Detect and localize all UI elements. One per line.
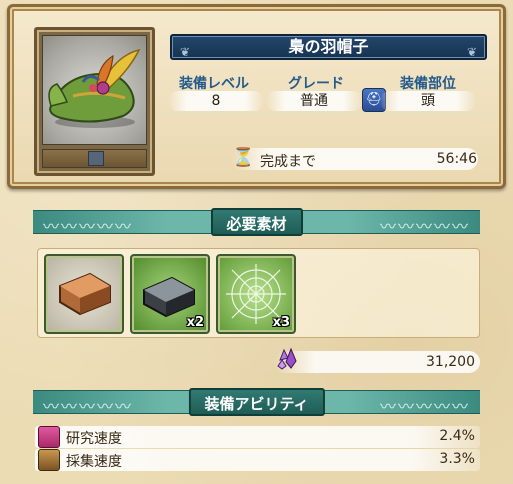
purple-gem-icon — [277, 347, 297, 370]
material-slot[interactable]: x3 — [216, 254, 296, 334]
cost-value: 31,200 — [426, 354, 475, 370]
swirl-right-icon: 〰〰〰〰〰 — [379, 397, 470, 416]
slot-icon — [88, 151, 104, 166]
abilities-header: 〰〰〰〰〰 〰〰〰〰〰 装備アビリティ — [33, 388, 480, 416]
swirl-left-icon: 〰〰〰〰〰 — [43, 217, 134, 236]
ability-value: 2.4% — [439, 428, 475, 444]
materials-panel: x2 x3 — [37, 248, 480, 338]
ornament-right-icon: ❦ — [466, 45, 477, 59]
bronze-ingot-icon — [59, 272, 111, 316]
material-count: x3 — [272, 315, 290, 330]
gather-chest-icon — [38, 449, 60, 471]
item-thumbnail[interactable] — [34, 27, 155, 176]
material-slot[interactable] — [44, 254, 124, 334]
swirl-right-icon: 〰〰〰〰〰 — [379, 217, 470, 236]
completion-label: 完成まで — [260, 154, 316, 170]
materials-title: 必要素材 — [210, 208, 303, 236]
ability-label: 研究速度 — [66, 431, 122, 447]
part-value: 頭 — [380, 91, 476, 111]
equipment-detail-screen: ❦ 梟の羽帽子 ❦ 装備レベル 8 グレード 普通 装備部位 ⛑ 頭 ⏳ 完成ま… — [0, 0, 513, 484]
level-value: 8 — [168, 91, 264, 111]
item-name-banner: ❦ 梟の羽帽子 ❦ — [170, 34, 487, 60]
grade-value: 普通 — [266, 91, 362, 111]
abilities-title: 装備アビリティ — [188, 388, 325, 416]
material-count: x2 — [186, 315, 204, 330]
thumbnail-footer — [42, 149, 147, 168]
research-book-icon — [38, 426, 60, 448]
part-label: 装備部位 — [400, 76, 456, 92]
ability-value: 3.3% — [439, 451, 475, 467]
completion-time: 56:46 — [436, 151, 477, 167]
materials-header: 〰〰〰〰〰 〰〰〰〰〰 必要素材 — [33, 208, 480, 236]
ornament-left-icon: ❦ — [180, 45, 191, 59]
material-slot[interactable]: x2 — [130, 254, 210, 334]
level-label: 装備レベル — [179, 76, 249, 92]
ability-label: 採集速度 — [66, 454, 122, 470]
swirl-left-icon: 〰〰〰〰〰 — [43, 397, 134, 416]
grade-label: グレード — [288, 76, 344, 92]
green-feathered-hat-icon — [42, 35, 147, 145]
item-name: 梟の羽帽子 — [288, 37, 369, 56]
hourglass-icon: ⏳ — [232, 147, 255, 168]
